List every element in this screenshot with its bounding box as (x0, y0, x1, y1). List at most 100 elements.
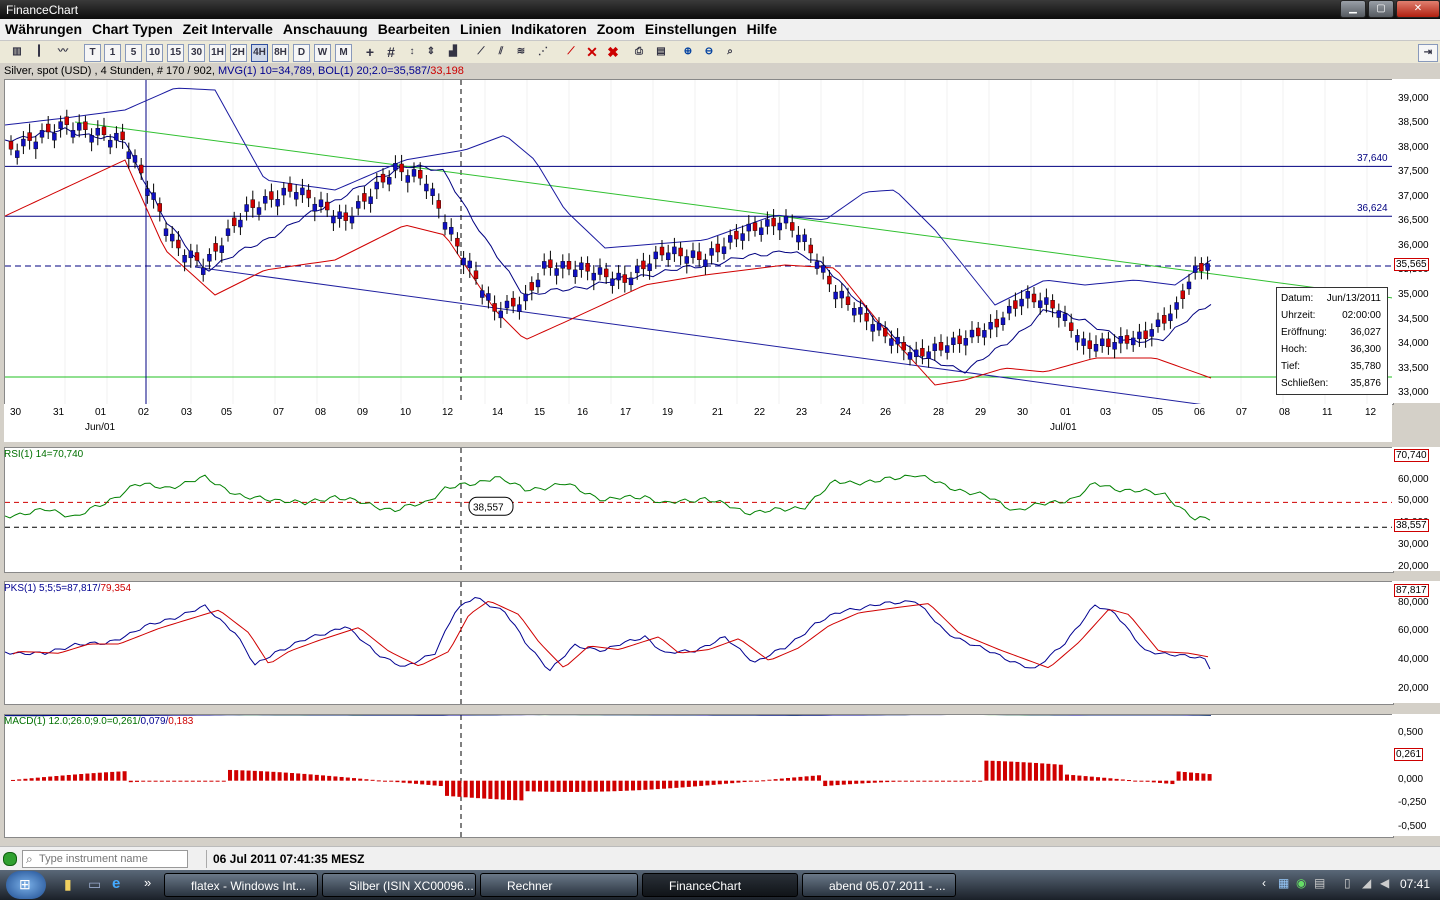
pin-icon[interactable]: ⇥ (1418, 44, 1438, 62)
start-button[interactable]: ⊞ (6, 871, 46, 899)
x-tick-label: 05 (221, 407, 233, 418)
interval-2h-button[interactable]: 2H (230, 44, 247, 62)
volume-icon[interactable]: ▟ (444, 44, 462, 60)
delete-all-icon[interactable]: ✖ (604, 44, 622, 60)
candle-body (684, 256, 689, 264)
tray-expand-icon[interactable]: ‹ (1262, 876, 1266, 890)
macd-panel[interactable] (4, 713, 1394, 838)
candle-body (225, 228, 231, 236)
candle-chart-icon[interactable]: ┃ (30, 44, 48, 60)
minimize-button[interactable]: ▁ (1340, 0, 1366, 18)
macd-histogram-bar (1096, 777, 1100, 781)
instrument-search[interactable]: ⌕ (22, 850, 188, 868)
task-abend[interactable]: abend 05.07.2011 - ... (802, 873, 956, 897)
maximize-button[interactable]: ▢ (1368, 0, 1394, 18)
menu-zeit-intervalle[interactable]: Zeit Intervalle (178, 19, 278, 40)
volume-icon[interactable]: ◀ (1380, 876, 1389, 890)
rsi-line (4, 474, 1211, 521)
menu-linien[interactable]: Linien (455, 19, 506, 40)
candle-body (1075, 335, 1080, 343)
interval-5-button[interactable]: 5 (125, 44, 142, 62)
candle-body (814, 261, 820, 269)
macd-histogram-bar (724, 780, 728, 784)
candle-body (628, 277, 634, 286)
battery-icon[interactable]: ▯ (1344, 876, 1351, 890)
macd-histogram-bar (1139, 780, 1144, 782)
candle-body (1143, 330, 1148, 339)
interval-t-button[interactable]: T (84, 44, 101, 62)
quicklaunch-more-icon[interactable]: » (144, 875, 151, 890)
pks-panel[interactable] (4, 581, 1394, 705)
axis-tick-label: 80,000 (1398, 596, 1429, 608)
print-preview-icon[interactable]: ▤ (652, 44, 670, 60)
zoom-out-icon[interactable]: ⊖ (700, 44, 718, 60)
menu-anschauung[interactable]: Anschauung (278, 19, 373, 40)
channel-icon[interactable]: ⫽ (492, 44, 510, 60)
network-icon[interactable]: ▦ (1278, 876, 1289, 890)
macd-histogram-bar (1158, 780, 1162, 783)
security-icon[interactable]: ◉ (1296, 876, 1306, 890)
macd-histogram-bar (655, 780, 660, 790)
fibonacci-icon[interactable]: ≋ (512, 44, 530, 60)
delete-line-icon[interactable]: ⟋ (562, 44, 580, 60)
candle-body (418, 170, 423, 179)
taskbar: ⊞ ▮ ▭ e » flatex - Windows Int... Silber… (0, 870, 1440, 900)
price-chart[interactable] (4, 80, 1394, 406)
candle-body (560, 261, 565, 269)
macd-histogram-bar (631, 780, 635, 791)
search-input[interactable] (39, 852, 185, 866)
rsi-panel[interactable]: 38,557 (4, 447, 1394, 573)
close-button[interactable]: ✕ (1396, 0, 1440, 18)
menu-hilfe[interactable]: Hilfe (742, 19, 782, 40)
interval-m-button[interactable]: M (335, 44, 352, 62)
macd-histogram-bar (1046, 763, 1051, 781)
cursor-icon[interactable]: ↕ (403, 44, 421, 60)
pks-chart[interactable] (4, 582, 1393, 704)
grid-icon[interactable]: # (382, 44, 400, 60)
line-chart-icon[interactable]: 〰 (54, 44, 72, 60)
task-financechart[interactable]: FinanceChart (642, 873, 798, 897)
x-tick-label: 21 (712, 407, 724, 418)
interval-4h-button[interactable]: 4H (251, 44, 268, 62)
device-icon[interactable]: ▤ (1314, 876, 1325, 890)
menu-bearbeiten[interactable]: Bearbeiten (373, 19, 455, 40)
price-chart-panel[interactable] (4, 79, 1394, 406)
candle-body (424, 183, 429, 192)
crosshair-icon[interactable]: + (361, 44, 379, 60)
interval-15-button[interactable]: 15 (167, 44, 184, 62)
macd-histogram-bar (965, 780, 970, 782)
menu-waehrungen[interactable]: Währungen (0, 19, 87, 40)
interval-d-button[interactable]: D (293, 44, 310, 62)
candle-body (362, 193, 367, 202)
bar-chart-icon[interactable]: ▥ (8, 44, 26, 60)
gann-icon[interactable]: ⋰ (534, 44, 552, 60)
interval-1-button[interactable]: 1 (104, 44, 121, 62)
ie-icon[interactable]: e (112, 875, 120, 892)
trendline-icon[interactable]: ⟋ (472, 44, 490, 60)
show-desktop-icon[interactable]: ▭ (88, 876, 101, 893)
zoom-in-icon[interactable]: ⊕ (679, 44, 697, 60)
menu-indikatoren[interactable]: Indikatoren (506, 19, 591, 40)
macd-chart[interactable] (4, 713, 1393, 837)
delete-icon[interactable]: ✕ (583, 44, 601, 60)
menu-einstellungen[interactable]: Einstellungen (640, 19, 742, 40)
explorer-icon[interactable]: ▮ (64, 876, 72, 893)
menu-zoom[interactable]: Zoom (592, 19, 640, 40)
rsi-chart[interactable]: 38,557 (4, 448, 1393, 572)
interval-1h-button[interactable]: 1H (209, 44, 226, 62)
scale-icon[interactable]: ⇕ (422, 44, 440, 60)
print-icon[interactable]: ⎙ (630, 44, 648, 60)
wifi-icon[interactable]: ◢ (1362, 876, 1371, 890)
interval-10-button[interactable]: 10 (146, 44, 163, 62)
task-flatex[interactable]: flatex - Windows Int... (164, 873, 318, 897)
interval-8h-button[interactable]: 8H (272, 44, 289, 62)
task-silber[interactable]: Silber (ISIN XC00096... (322, 873, 476, 897)
menu-chart-typen[interactable]: Chart Typen (87, 19, 178, 40)
task-rechner[interactable]: Rechner (480, 873, 638, 897)
interval-30-button[interactable]: 30 (188, 44, 205, 62)
macd-histogram-bar (352, 778, 356, 781)
candle-body (480, 290, 485, 298)
macd-histogram-bar (141, 780, 146, 782)
zoom-reset-icon[interactable]: ⌕ (721, 44, 739, 60)
interval-w-button[interactable]: W (314, 44, 331, 62)
